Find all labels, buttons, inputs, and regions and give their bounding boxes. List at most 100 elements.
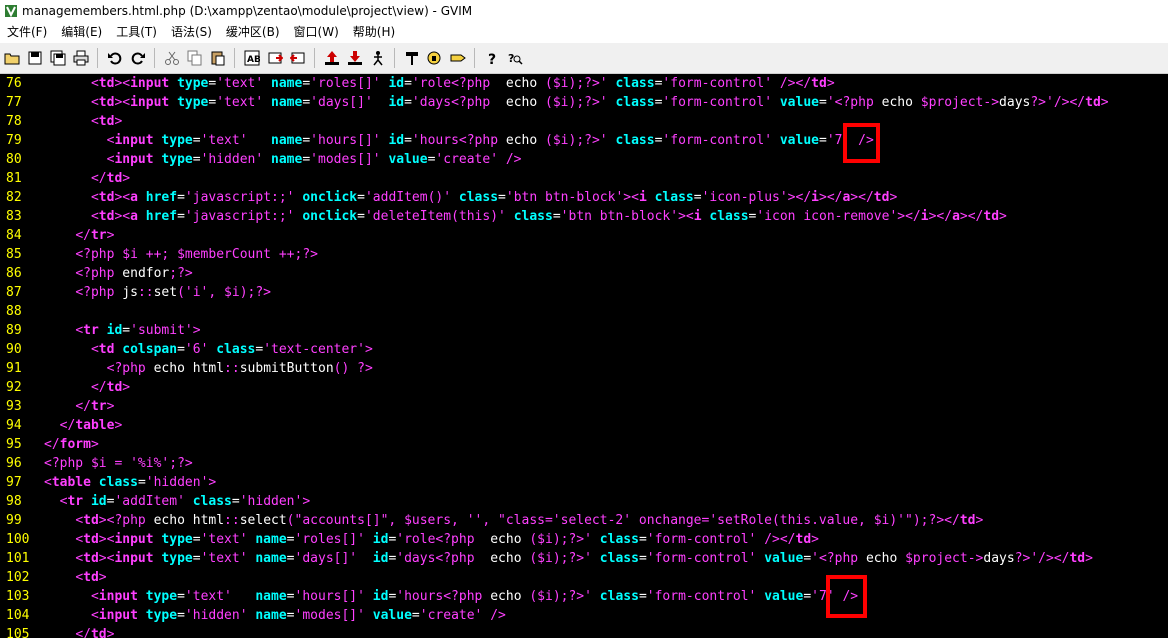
code-line[interactable]: 104 <input type='hidden' name='modes[]' … [0,606,1168,625]
line-text[interactable]: <input type='text' name='hours[]' id='ho… [42,587,858,606]
line-text[interactable]: <td><a href='javascript:;' onclick='addI… [42,188,897,207]
line-text[interactable]: <td><input type='text' name='days[]' id=… [42,549,1093,568]
line-text[interactable]: </table> [42,416,123,435]
line-text[interactable]: <?php js::set('i', $i);?> [42,283,271,302]
code-line[interactable]: 87 <?php js::set('i', $i);?> [0,283,1168,302]
line-number: 103 [6,589,30,604]
menu-help[interactable]: 帮助(H) [346,22,402,43]
line-text[interactable]: <tr id='submit'> [42,321,200,340]
code-line[interactable]: 92 </td> [0,378,1168,397]
line-text[interactable]: <td><?php echo html::select("accounts[]"… [42,511,983,530]
line-text[interactable]: <td><a href='javascript:;' onclick='dele… [42,207,1007,226]
code-line[interactable]: 102 <td> [0,568,1168,587]
line-text[interactable]: <input type='hidden' name='modes[]' valu… [42,150,522,169]
menu-buffers[interactable]: 缓冲区(B) [219,22,287,43]
line-number: 100 [6,532,30,547]
code-editor[interactable]: 76 <td><input type='text' name='roles[]'… [0,74,1168,638]
line-text[interactable]: <td colspan='6' class='text-center'> [42,340,373,359]
menu-window[interactable]: 窗口(W) [287,22,346,43]
shell-icon[interactable] [424,47,446,69]
cut-icon[interactable] [161,47,183,69]
line-number: 90 [6,342,22,357]
line-number: 102 [6,570,30,585]
code-line[interactable]: 100 <td><input type='text' name='roles[]… [0,530,1168,549]
code-line[interactable]: 89 <tr id='submit'> [0,321,1168,340]
line-text[interactable]: </form> [42,435,99,454]
toolbar-separator [97,48,98,68]
line-text[interactable]: </td> [42,169,130,188]
find-next-icon[interactable] [264,47,286,69]
code-line[interactable]: 103 <input type='text' name='hours[]' id… [0,587,1168,606]
undo-icon[interactable] [104,47,126,69]
paste-icon[interactable] [207,47,229,69]
find-prev-icon[interactable] [287,47,309,69]
code-line[interactable]: 77 <td><input type='text' name='days[]' … [0,93,1168,112]
save-all-icon[interactable] [47,47,69,69]
code-line[interactable]: 78 <td> [0,112,1168,131]
code-line[interactable]: 95 </form> [0,435,1168,454]
menu-tools[interactable]: 工具(T) [109,22,164,43]
line-text[interactable]: </td> [42,378,130,397]
line-text[interactable]: <tr id='addItem' class='hidden'> [42,492,311,511]
help-icon[interactable]: ? [481,47,503,69]
code-line[interactable]: 93 </tr> [0,397,1168,416]
code-line[interactable]: 88 [0,302,1168,321]
line-text[interactable]: <?php echo html::submitButton() ?> [42,359,373,378]
menu-syntax[interactable]: 语法(S) [164,22,219,43]
code-line[interactable]: 94 </table> [0,416,1168,435]
line-text[interactable]: <table class='hidden'> [42,473,216,492]
line-text[interactable]: <td> [42,568,106,587]
code-line[interactable]: 80 <input type='hidden' name='modes[]' v… [0,150,1168,169]
line-text[interactable]: </tr> [42,226,114,245]
code-line[interactable]: 91 <?php echo html::submitButton() ?> [0,359,1168,378]
make-icon[interactable] [401,47,423,69]
line-text[interactable]: <td><input type='text' name='roles[]' id… [42,74,835,93]
open-icon[interactable] [1,47,23,69]
code-line[interactable]: 79 <input type='text' name='hours[]' id=… [0,131,1168,150]
code-line[interactable]: 76 <td><input type='text' name='roles[]'… [0,74,1168,93]
line-number: 78 [6,114,22,129]
code-line[interactable]: 97 <table class='hidden'> [0,473,1168,492]
line-text[interactable]: </tr> [42,397,114,416]
save-session-icon[interactable] [344,47,366,69]
line-text[interactable]: </td> [42,625,114,638]
find-replace-icon[interactable]: AB [241,47,263,69]
svg-text:AB: AB [247,55,260,65]
gvim-app-icon[interactable] [4,4,18,18]
redo-icon[interactable] [127,47,149,69]
save-icon[interactable] [24,47,46,69]
run-script-icon[interactable] [367,47,389,69]
code-line[interactable]: 85 <?php $i ++; $memberCount ++;?> [0,245,1168,264]
menu-bar: 文件(F) 编辑(E) 工具(T) 语法(S) 缓冲区(B) 窗口(W) 帮助(… [0,22,1168,44]
code-line[interactable]: 99 <td><?php echo html::select("accounts… [0,511,1168,530]
code-line[interactable]: 84 </tr> [0,226,1168,245]
code-line[interactable]: 98 <tr id='addItem' class='hidden'> [0,492,1168,511]
line-text[interactable]: <?php $i = '%i%';?> [42,454,193,473]
line-text[interactable]: <input type='text' name='hours[]' id='ho… [42,131,874,150]
code-line[interactable]: 105 </td> [0,625,1168,638]
copy-icon[interactable] [184,47,206,69]
menu-edit[interactable]: 编辑(E) [54,22,109,43]
print-icon[interactable] [70,47,92,69]
menu-file[interactable]: 文件(F) [0,22,54,43]
code-line[interactable]: 83 <td><a href='javascript:;' onclick='d… [0,207,1168,226]
line-number: 80 [6,152,22,167]
line-text[interactable]: <td> [42,112,122,131]
code-line[interactable]: 82 <td><a href='javascript:;' onclick='a… [0,188,1168,207]
code-line[interactable]: 90 <td colspan='6' class='text-center'> [0,340,1168,359]
line-text[interactable]: <td><input type='text' name='roles[]' id… [42,530,819,549]
code-line[interactable]: 86 <?php endfor;?> [0,264,1168,283]
load-session-icon[interactable] [321,47,343,69]
find-help-icon[interactable]: ? [504,47,526,69]
line-text[interactable] [42,302,44,321]
toolbar-separator [314,48,315,68]
line-text[interactable]: <?php endfor;?> [42,264,192,283]
line-text[interactable]: <td><input type='text' name='days[]' id=… [42,93,1109,112]
code-line[interactable]: 96 <?php $i = '%i%';?> [0,454,1168,473]
line-text[interactable]: <?php $i ++; $memberCount ++;?> [42,245,318,264]
highlight-box-line-103 [826,575,867,618]
code-line[interactable]: 101 <td><input type='text' name='days[]'… [0,549,1168,568]
ctags-icon[interactable] [447,47,469,69]
line-text[interactable]: <input type='hidden' name='modes[]' valu… [42,606,506,625]
code-line[interactable]: 81 </td> [0,169,1168,188]
